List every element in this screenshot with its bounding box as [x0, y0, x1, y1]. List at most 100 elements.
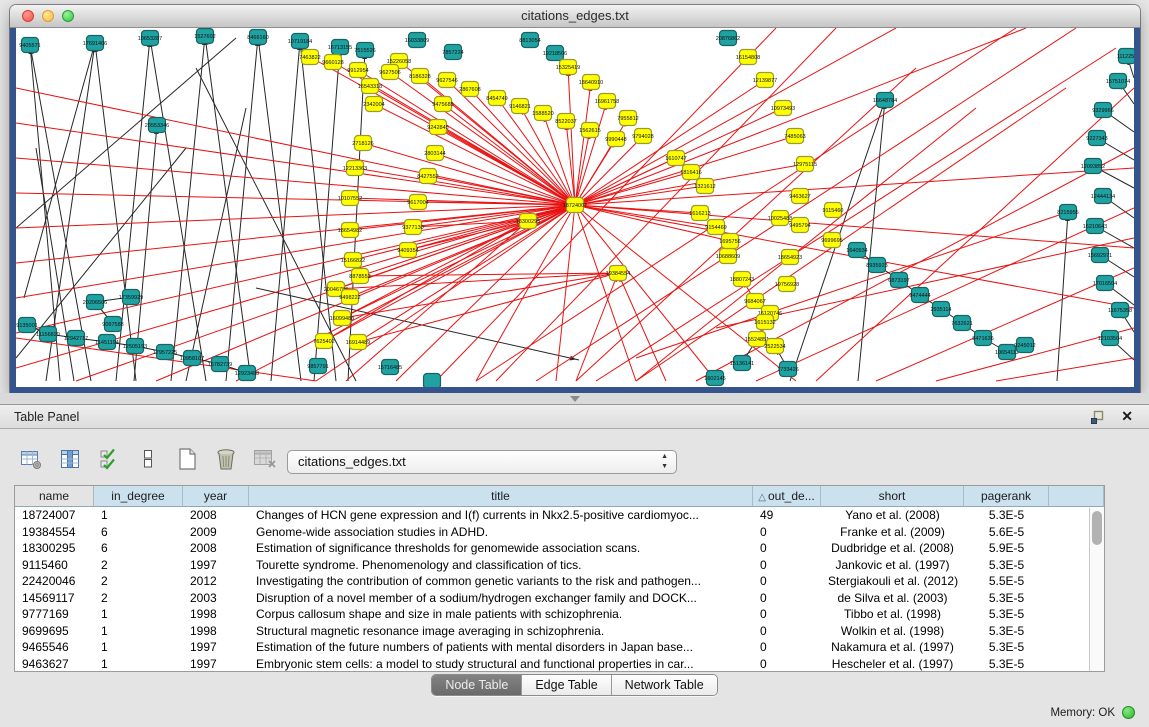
graph-node[interactable]: 9912954	[347, 63, 368, 78]
graph-edge[interactable]	[556, 205, 575, 381]
vertical-scrollbar[interactable]	[1089, 508, 1104, 671]
table-cell[interactable]: 9463627	[15, 656, 94, 673]
table-cell[interactable]: Yano et al. (2008)	[821, 507, 964, 524]
network-canvas[interactable]: 9405571176914061065328715276028466160107…	[16, 28, 1134, 387]
table-cell[interactable]: 2012	[183, 573, 249, 590]
graph-node[interactable]: 11156829	[36, 327, 60, 342]
graph-node[interactable]: 9857791	[307, 359, 328, 374]
table-row[interactable]: 1872400712008Changes of HCN gene express…	[15, 507, 1104, 524]
table-cell[interactable]: 6	[94, 540, 183, 557]
graph-node[interactable]: 6873197	[888, 273, 909, 288]
table-cell[interactable]: 2009	[183, 524, 249, 541]
table-cell[interactable]: 22420046	[15, 573, 94, 590]
table-cell[interactable]: 5.6E-5	[964, 524, 1049, 541]
table-row[interactable]: 1830029562008Estimation of significance …	[15, 540, 1104, 557]
table-cell[interactable]: Changes of HCN gene expression and I(f) …	[249, 507, 753, 524]
graph-node[interactable]: 9245012	[1014, 338, 1035, 353]
table-cell[interactable]: 2008	[183, 507, 249, 524]
graph-node[interactable]: 9135001	[16, 318, 37, 333]
graph-node[interactable]: 17359929	[119, 290, 143, 305]
table-cell[interactable]: 1	[94, 656, 183, 673]
graph-node[interactable]: 16543318	[358, 79, 382, 94]
graph-node[interactable]: 18640910	[579, 75, 603, 90]
table-cell[interactable]: Hescheler et al. (1997)	[821, 656, 964, 673]
graph-node[interactable]: 15692971	[1088, 248, 1112, 263]
graph-node[interactable]: 15716485	[378, 360, 402, 375]
table-cell[interactable]: 49	[753, 507, 821, 524]
graph-node[interactable]: 7515526	[354, 43, 375, 58]
table-cell[interactable]: 5.3E-5	[964, 590, 1049, 607]
graph-edge[interactable]	[24, 43, 95, 298]
table-cell[interactable]: 2003	[183, 590, 249, 607]
tab-network-table[interactable]: Network Table	[611, 675, 717, 695]
graph-node[interactable]: 2522534	[764, 339, 785, 354]
graph-node[interactable]: 1602145	[704, 371, 725, 386]
graph-edge[interactable]	[342, 221, 528, 318]
table-cell[interactable]: 2	[94, 557, 183, 574]
graph-node[interactable]: 1527602	[194, 29, 215, 44]
graph-node[interactable]: 2718126	[352, 136, 373, 151]
table-cell[interactable]: 18300295	[15, 540, 94, 557]
graph-edge[interactable]	[536, 28, 1076, 381]
graph-node[interactable]: 15751074	[1106, 74, 1130, 89]
graph-node[interactable]: 7857224	[442, 45, 463, 60]
graph-node[interactable]: 16648784	[873, 93, 897, 108]
graph-node[interactable]: 1733426	[777, 362, 798, 377]
graph-edge[interactable]	[348, 50, 365, 381]
graph-node[interactable]: 16210643	[1083, 219, 1107, 234]
graph-node[interactable]: 16914489	[346, 335, 370, 350]
graph-node[interactable]: 12923488	[235, 366, 259, 381]
graph-edge[interactable]	[205, 36, 251, 381]
table-cell[interactable]: Tibbo et al. (1998)	[821, 606, 964, 623]
graph-edge[interactable]	[16, 38, 236, 228]
graph-node[interactable]: 17691406	[83, 36, 107, 51]
graph-node[interactable]: 9617004	[407, 195, 428, 210]
column-header-in_degree[interactable]: in_degree	[94, 486, 183, 507]
graph-node[interactable]: 9627546	[436, 73, 457, 88]
graph-edge[interactable]	[575, 205, 796, 381]
graph-node[interactable]: 8466160	[247, 30, 268, 45]
table-cell[interactable]: 1997	[183, 639, 249, 656]
graph-node[interactable]: 9377130	[402, 220, 423, 235]
table-cell[interactable]: 5.9E-5	[964, 540, 1049, 557]
graph-node[interactable]: 15136141	[730, 356, 754, 371]
graph-node[interactable]: 12505193	[123, 339, 147, 354]
close-panel-icon[interactable]: ✕	[1121, 408, 1133, 425]
table-cell[interactable]: 0	[753, 557, 821, 574]
column-header-short[interactable]: short	[821, 486, 964, 507]
table-cell[interactable]: 1	[94, 623, 183, 640]
graph-edge[interactable]	[342, 273, 618, 318]
graph-node[interactable]: 7485063	[784, 129, 805, 144]
table-cell[interactable]: 1	[94, 639, 183, 656]
graph-node[interactable]: 12942717	[64, 331, 88, 346]
graph-edge[interactable]	[16, 158, 575, 205]
graph-node[interactable]: 9498222	[339, 290, 360, 305]
float-panel-icon[interactable]	[1090, 410, 1105, 425]
graph-node[interactable]: 8935923	[866, 258, 887, 273]
graph-node[interactable]: 1588520	[532, 106, 553, 121]
column-header-out_de[interactable]: △out_de...	[753, 486, 821, 507]
graph-node[interactable]: 9794028	[632, 129, 653, 144]
table-cell[interactable]: Embryonic stem cells: a model to study s…	[249, 656, 753, 673]
table-cell[interactable]: 0	[753, 606, 821, 623]
table-cell[interactable]: 1998	[183, 623, 249, 640]
graph-node[interactable]: 19384554	[606, 266, 630, 281]
table-cell[interactable]: 5.3E-5	[964, 639, 1049, 656]
table-cell[interactable]: 6	[94, 524, 183, 541]
graph-node[interactable]: 9475685	[432, 97, 453, 112]
table-cell[interactable]: 0	[753, 656, 821, 673]
graph-node[interactable]: 9627506	[379, 65, 400, 80]
table-cell[interactable]: Structural magnetic resonance image aver…	[249, 623, 753, 640]
graph-node[interactable]: 2935114	[930, 302, 951, 317]
graph-edge[interactable]	[435, 153, 575, 205]
table-row[interactable]: 946362711997Embryonic stem cells: a mode…	[15, 656, 1104, 673]
table-cell[interactable]: 18724007	[15, 507, 94, 524]
graph-edge[interactable]	[596, 48, 1116, 381]
graph-node[interactable]: 9097588	[102, 317, 123, 332]
graph-edge[interactable]	[256, 288, 579, 360]
graph-node[interactable]: 19218506	[543, 46, 567, 61]
table-cell[interactable]: 0	[753, 590, 821, 607]
column-header-title[interactable]: title	[249, 486, 753, 507]
graph-node[interactable]: 16713155	[328, 40, 352, 55]
graph-node[interactable]: 8454749	[486, 91, 507, 106]
